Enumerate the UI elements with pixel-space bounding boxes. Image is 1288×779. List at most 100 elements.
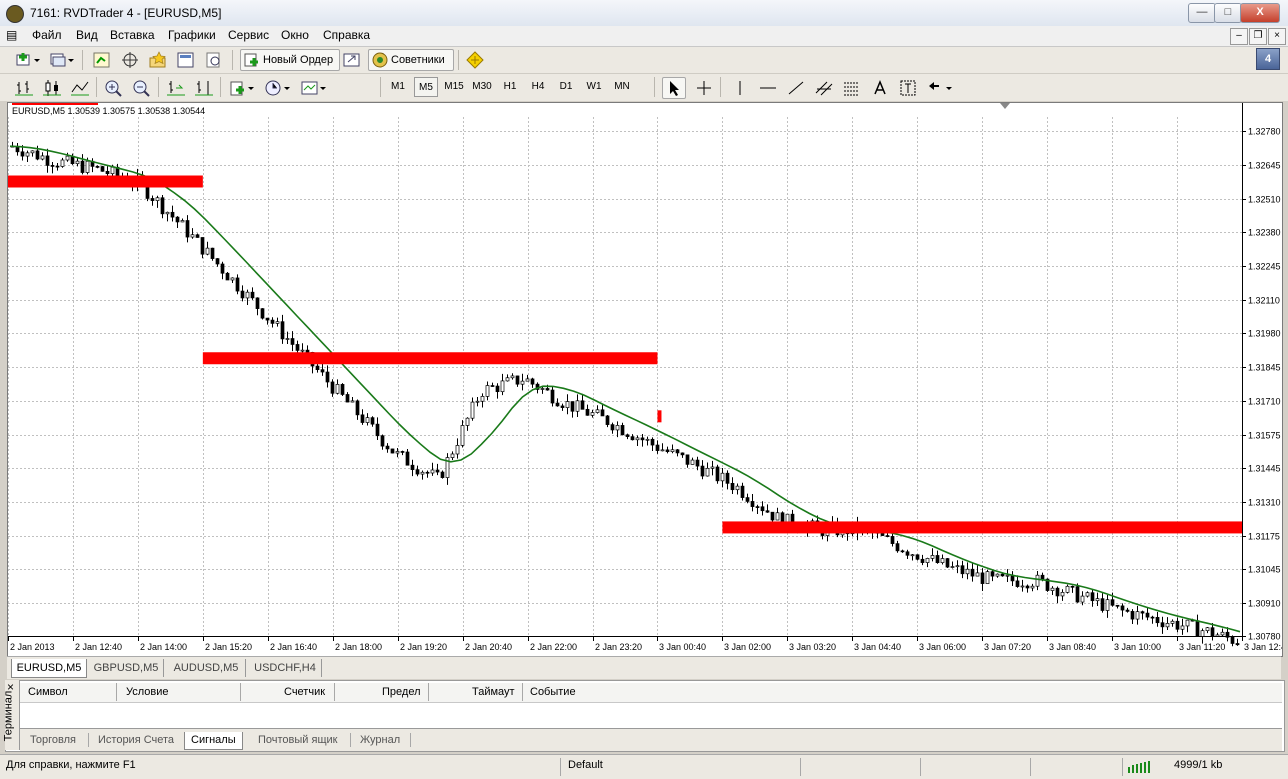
tab-account-history[interactable]: История Счета bbox=[98, 732, 174, 749]
mdi-close-button[interactable]: × bbox=[1268, 28, 1286, 45]
tab-journal[interactable]: Журнал bbox=[360, 732, 400, 749]
tf-d1[interactable]: D1 bbox=[554, 77, 578, 97]
zoom-out-button[interactable] bbox=[130, 77, 154, 99]
candle-body bbox=[180, 220, 185, 223]
candle-body bbox=[75, 160, 80, 165]
menu-insert[interactable]: Вставка bbox=[110, 28, 155, 42]
window-badge[interactable]: 4 bbox=[1256, 48, 1280, 70]
market-watch-button[interactable] bbox=[90, 49, 114, 71]
chart-shift-button[interactable] bbox=[192, 77, 216, 99]
horizontal-line-button[interactable] bbox=[756, 77, 780, 99]
signals-button[interactable] bbox=[464, 49, 486, 71]
indicators-button[interactable] bbox=[226, 77, 258, 99]
tab-eurusd-m5[interactable]: EURUSD,M5 bbox=[11, 659, 87, 678]
candle-body bbox=[775, 512, 780, 521]
text-label-button[interactable] bbox=[896, 77, 920, 99]
col-event[interactable]: Событие bbox=[530, 686, 576, 698]
col-timeout[interactable]: Таймаут bbox=[472, 686, 515, 698]
tf-h4[interactable]: H4 bbox=[526, 77, 550, 97]
candle-body bbox=[970, 568, 975, 577]
menu-charts[interactable]: Графики bbox=[168, 28, 216, 42]
periods-button[interactable] bbox=[262, 77, 294, 99]
col-limit[interactable]: Предел bbox=[382, 686, 421, 698]
channel-button[interactable] bbox=[812, 77, 836, 99]
candle-body bbox=[650, 438, 655, 446]
cursor-tool-button[interactable] bbox=[662, 77, 686, 99]
crosshair-tool-button[interactable] bbox=[692, 77, 716, 99]
candle-body bbox=[105, 170, 110, 175]
time-label: 3 Jan 10:00 bbox=[1114, 642, 1161, 652]
tab-usdchf-h4[interactable]: USDCHF,H4 bbox=[249, 659, 322, 677]
level-zone bbox=[657, 410, 662, 423]
tab-signals[interactable]: Сигналы bbox=[184, 732, 243, 750]
candle-body bbox=[1200, 630, 1205, 637]
tf-w1[interactable]: W1 bbox=[582, 77, 606, 97]
time-label: 2 Jan 2013 bbox=[10, 642, 55, 652]
tab-trade[interactable]: Торговля bbox=[30, 732, 76, 749]
expert-advisors-button[interactable]: Советники bbox=[368, 49, 454, 71]
tester-button[interactable] bbox=[202, 49, 226, 71]
candle-body bbox=[690, 459, 695, 465]
candle-body bbox=[290, 338, 295, 345]
tf-m30[interactable]: M30 bbox=[470, 77, 494, 97]
new-chart-button[interactable] bbox=[12, 49, 42, 71]
terminal-button[interactable] bbox=[174, 49, 198, 71]
menu-window[interactable]: Окно bbox=[281, 28, 309, 42]
navigator-button[interactable] bbox=[146, 49, 170, 71]
candle-body bbox=[770, 511, 775, 521]
text-tool-button[interactable] bbox=[868, 77, 892, 99]
col-counter[interactable]: Счетчик bbox=[284, 686, 325, 698]
col-condition[interactable]: Условие bbox=[126, 686, 169, 698]
chart-window[interactable]: 1.32780 1.32645 1.32510 1.32380 1.32245 1.321… bbox=[7, 102, 1283, 657]
time-label: 3 Jan 12:40 bbox=[1244, 642, 1282, 652]
minimize-button[interactable]: — bbox=[1188, 3, 1216, 23]
tf-m15[interactable]: M15 bbox=[442, 77, 466, 97]
tf-mn[interactable]: MN bbox=[610, 77, 634, 97]
candle-body bbox=[55, 165, 60, 168]
candle-body bbox=[605, 415, 610, 425]
line-chart-button[interactable] bbox=[68, 77, 92, 99]
candle-body bbox=[385, 445, 390, 450]
tf-m5[interactable]: M5 bbox=[414, 77, 438, 97]
zoom-in-button[interactable] bbox=[102, 77, 126, 99]
autoscroll-button[interactable] bbox=[164, 77, 188, 99]
candle-body bbox=[440, 471, 445, 478]
new-order-button[interactable]: Новый Ордер bbox=[240, 49, 340, 71]
mdi-restore-button[interactable]: ❐ bbox=[1249, 28, 1267, 45]
candle-body bbox=[945, 558, 950, 568]
candle-body bbox=[610, 424, 615, 431]
level-zone bbox=[202, 352, 658, 365]
tab-gbpusd-m5[interactable]: GBPUSD,M5 bbox=[89, 659, 164, 677]
level-zone bbox=[722, 521, 1242, 534]
maximize-button[interactable]: □ bbox=[1214, 3, 1242, 23]
bar-chart-button[interactable] bbox=[12, 77, 36, 99]
fibonacci-button[interactable] bbox=[840, 77, 864, 99]
vertical-line-button[interactable] bbox=[728, 77, 752, 99]
candle-body bbox=[1095, 598, 1100, 602]
menu-help[interactable]: Справка bbox=[323, 28, 370, 42]
data-window-button[interactable] bbox=[118, 49, 142, 71]
templates-button[interactable] bbox=[298, 77, 330, 99]
tf-m1[interactable]: M1 bbox=[386, 77, 410, 97]
candle-body bbox=[1205, 627, 1210, 632]
menu-file[interactable]: Файл bbox=[32, 28, 62, 42]
fullscreen-button[interactable] bbox=[340, 49, 364, 71]
mdi-minimize-button[interactable]: – bbox=[1230, 28, 1248, 45]
close-button[interactable]: X bbox=[1240, 3, 1280, 23]
tab-audusd-m5[interactable]: AUDUSD,M5 bbox=[167, 659, 246, 677]
trendline-button[interactable] bbox=[784, 77, 808, 99]
profiles-button[interactable] bbox=[46, 49, 76, 71]
cursor-icon bbox=[670, 81, 679, 96]
candle-body bbox=[730, 482, 735, 491]
candle-body bbox=[25, 152, 30, 157]
menu-service[interactable]: Сервис bbox=[228, 28, 269, 42]
price-label: 1.30780 bbox=[1248, 632, 1281, 642]
price-chart[interactable]: 1.32780 1.32645 1.32510 1.32380 1.32245 1.321… bbox=[8, 103, 1282, 656]
arrows-button[interactable] bbox=[924, 77, 956, 99]
col-symbol[interactable]: Символ bbox=[28, 686, 68, 698]
tab-mailbox[interactable]: Почтовый ящик bbox=[258, 732, 337, 749]
candlestick-button[interactable] bbox=[40, 77, 64, 99]
tf-h1[interactable]: H1 bbox=[498, 77, 522, 97]
menu-view[interactable]: Вид bbox=[76, 28, 98, 42]
candle-body bbox=[150, 198, 155, 201]
